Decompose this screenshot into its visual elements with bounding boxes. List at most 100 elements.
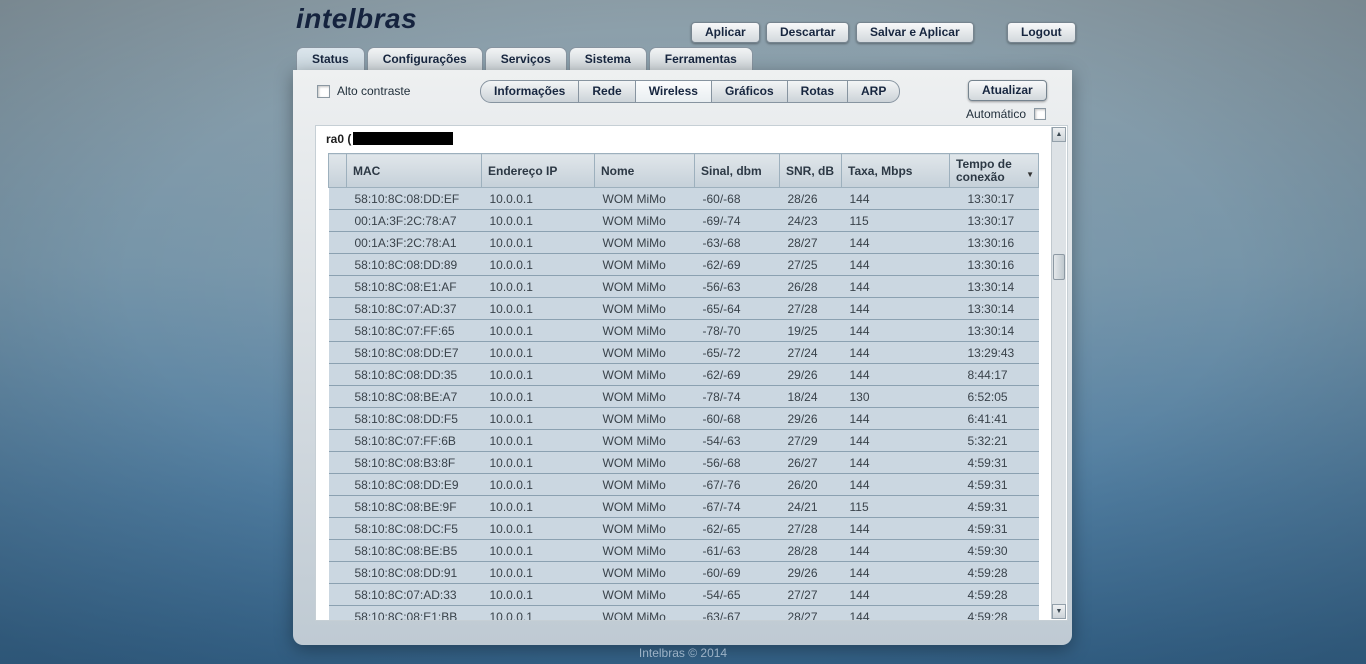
row-select-cell [328, 495, 347, 518]
cell-endereco-ip: 10.0.0.1 [481, 275, 595, 298]
wireless-clients-table: MAC Endereço IP Nome Sinal, dbm SNR, dB … [328, 153, 1039, 620]
table-row[interactable]: 58:10:8C:08:BE:B5 10.0.0.1 WOM MiMo -61/-63… [328, 539, 1039, 562]
tab-configuracoes[interactable]: Configurações [366, 47, 483, 70]
row-select-cell [328, 451, 347, 474]
cell-tempo-conexao: 4:59:31 [949, 451, 1039, 474]
cell-snr: 18/24 [779, 385, 842, 408]
header-mac[interactable]: MAC [346, 153, 482, 188]
table-row[interactable]: 58:10:8C:08:DD:35 10.0.0.1 WOM MiMo -62/-69… [328, 363, 1039, 386]
sort-arrow-icon[interactable]: ▼ [1026, 168, 1034, 181]
cell-sinal: -69/-74 [694, 209, 780, 232]
cell-endereco-ip: 10.0.0.1 [481, 209, 595, 232]
cell-snr: 29/26 [779, 561, 842, 584]
row-select-cell [328, 473, 347, 496]
subtab-rotas[interactable]: Rotas [787, 80, 848, 103]
table-row[interactable]: 58:10:8C:08:DD:F5 10.0.0.1 WOM MiMo -60/-68… [328, 407, 1039, 430]
cell-tempo-conexao: 4:59:31 [949, 517, 1039, 540]
subtab-informacoes[interactable]: Informações [480, 80, 580, 103]
subtab-rede[interactable]: Rede [579, 80, 636, 103]
cell-endereco-ip: 10.0.0.1 [481, 407, 595, 430]
table-row[interactable]: 58:10:8C:08:BE:A7 10.0.0.1 WOM MiMo -78/-74… [328, 385, 1039, 408]
main-panel: Alto contraste Informações Rede Wireless… [293, 70, 1072, 645]
table-row[interactable]: 58:10:8C:08:DD:E9 10.0.0.1 WOM MiMo -67/-76… [328, 473, 1039, 496]
cell-snr: 24/21 [779, 495, 842, 518]
tab-status[interactable]: Status [296, 47, 365, 70]
table-row[interactable]: 58:10:8C:07:FF:6B 10.0.0.1 WOM MiMo -54/-63… [328, 429, 1039, 452]
table-row[interactable]: 58:10:8C:08:B3:8F 10.0.0.1 WOM MiMo -56/-68… [328, 451, 1039, 474]
cell-endereco-ip: 10.0.0.1 [481, 473, 595, 496]
aplicar-button[interactable]: Aplicar [691, 22, 760, 43]
table-row[interactable]: 58:10:8C:07:FF:65 10.0.0.1 WOM MiMo -78/-70… [328, 319, 1039, 342]
table-row[interactable]: 58:10:8C:08:DC:F5 10.0.0.1 WOM MiMo -62/-65… [328, 517, 1039, 540]
cell-mac: 00:1A:3F:2C:78:A1 [346, 231, 482, 254]
logout-button[interactable]: Logout [1007, 22, 1076, 43]
cell-taxa: 144 [841, 429, 950, 452]
cell-sinal: -62/-65 [694, 517, 780, 540]
cell-sinal: -78/-70 [694, 319, 780, 342]
tab-sistema[interactable]: Sistema [568, 47, 647, 70]
interface-label: ra0 ( [326, 132, 454, 146]
table-row[interactable]: 00:1A:3F:2C:78:A1 10.0.0.1 WOM MiMo -63/-68… [328, 231, 1039, 254]
cell-mac: 58:10:8C:08:DD:35 [346, 363, 482, 386]
table-row[interactable]: 58:10:8C:08:DD:89 10.0.0.1 WOM MiMo -62/-69… [328, 253, 1039, 276]
cell-tempo-conexao: 13:30:17 [949, 209, 1039, 232]
row-select-cell [328, 407, 347, 430]
header-taxa[interactable]: Taxa, Mbps [841, 153, 950, 188]
table-row[interactable]: 58:10:8C:08:DD:E7 10.0.0.1 WOM MiMo -65/-72… [328, 341, 1039, 364]
tab-ferramentas[interactable]: Ferramentas [648, 47, 753, 70]
auto-refresh-label: Automático [965, 107, 1026, 121]
table-row[interactable]: 58:10:8C:07:AD:33 10.0.0.1 WOM MiMo -54/-65… [328, 583, 1039, 606]
header-endereco-ip[interactable]: Endereço IP [481, 153, 595, 188]
auto-refresh-checkbox[interactable] [1034, 108, 1046, 120]
cell-taxa: 144 [841, 539, 950, 562]
up-arrow-icon: ▲ [1055, 131, 1063, 138]
scrollbar-track[interactable] [1052, 142, 1066, 604]
table-scrollbar[interactable]: ▲ ▼ [1051, 127, 1066, 619]
cell-tempo-conexao: 13:29:43 [949, 341, 1039, 364]
table-row[interactable]: 58:10:8C:08:DD:EF 10.0.0.1 WOM MiMo -60/-68… [328, 187, 1039, 210]
cell-snr: 27/29 [779, 429, 842, 452]
row-select-cell [328, 385, 347, 408]
cell-taxa: 144 [841, 583, 950, 606]
cell-snr: 28/27 [779, 605, 842, 620]
cell-endereco-ip: 10.0.0.1 [481, 385, 595, 408]
atualizar-button[interactable]: Atualizar [968, 80, 1047, 101]
tab-servicos[interactable]: Serviços [484, 47, 567, 70]
table-row[interactable]: 58:10:8C:08:E1:AF 10.0.0.1 WOM MiMo -56/-63… [328, 275, 1039, 298]
cell-mac: 58:10:8C:07:FF:6B [346, 429, 482, 452]
cell-nome: WOM MiMo [594, 561, 695, 584]
cell-snr: 26/28 [779, 275, 842, 298]
subtab-arp[interactable]: ARP [848, 80, 901, 103]
footer-copyright: Intelbras © 2014 [638, 646, 728, 660]
row-select-cell [328, 605, 347, 620]
cell-nome: WOM MiMo [594, 231, 695, 254]
descartar-button[interactable]: Descartar [766, 22, 850, 43]
table-row[interactable]: 58:10:8C:07:AD:37 10.0.0.1 WOM MiMo -65/-64… [328, 297, 1039, 320]
cell-endereco-ip: 10.0.0.1 [481, 605, 595, 620]
cell-mac: 58:10:8C:08:DD:EF [346, 187, 482, 210]
subtab-wireless[interactable]: Wireless [635, 80, 712, 103]
cell-sinal: -60/-69 [694, 561, 780, 584]
scroll-down-button[interactable]: ▼ [1052, 604, 1066, 619]
high-contrast-checkbox[interactable] [317, 84, 330, 98]
table-row[interactable]: 58:10:8C:08:DD:91 10.0.0.1 WOM MiMo -60/-69… [328, 561, 1039, 584]
subtab-graficos[interactable]: Gráficos [711, 80, 788, 103]
header-sinal[interactable]: Sinal, dbm [694, 153, 780, 188]
header-nome[interactable]: Nome [594, 153, 695, 188]
scroll-up-button[interactable]: ▲ [1052, 127, 1066, 142]
table-row[interactable]: 58:10:8C:08:BE:9F 10.0.0.1 WOM MiMo -67/-74… [328, 495, 1039, 518]
cell-tempo-conexao: 13:30:14 [949, 319, 1039, 342]
cell-sinal: -67/-74 [694, 495, 780, 518]
cell-tempo-conexao: 4:59:28 [949, 583, 1039, 606]
table-row[interactable]: 58:10:8C:08:E1:BB 10.0.0.1 WOM MiMo -63/-67… [328, 605, 1039, 620]
header-tempo-conexao[interactable]: Tempo de conexão ▼ [949, 153, 1039, 188]
row-select-cell [328, 209, 347, 232]
cell-taxa: 144 [841, 275, 950, 298]
cell-taxa: 115 [841, 209, 950, 232]
salvar-e-aplicar-button[interactable]: Salvar e Aplicar [856, 22, 974, 43]
cell-nome: WOM MiMo [594, 209, 695, 232]
table-row[interactable]: 00:1A:3F:2C:78:A7 10.0.0.1 WOM MiMo -69/-74… [328, 209, 1039, 232]
cell-mac: 58:10:8C:08:B3:8F [346, 451, 482, 474]
header-snr[interactable]: SNR, dB [779, 153, 842, 188]
scrollbar-thumb[interactable] [1053, 254, 1065, 280]
